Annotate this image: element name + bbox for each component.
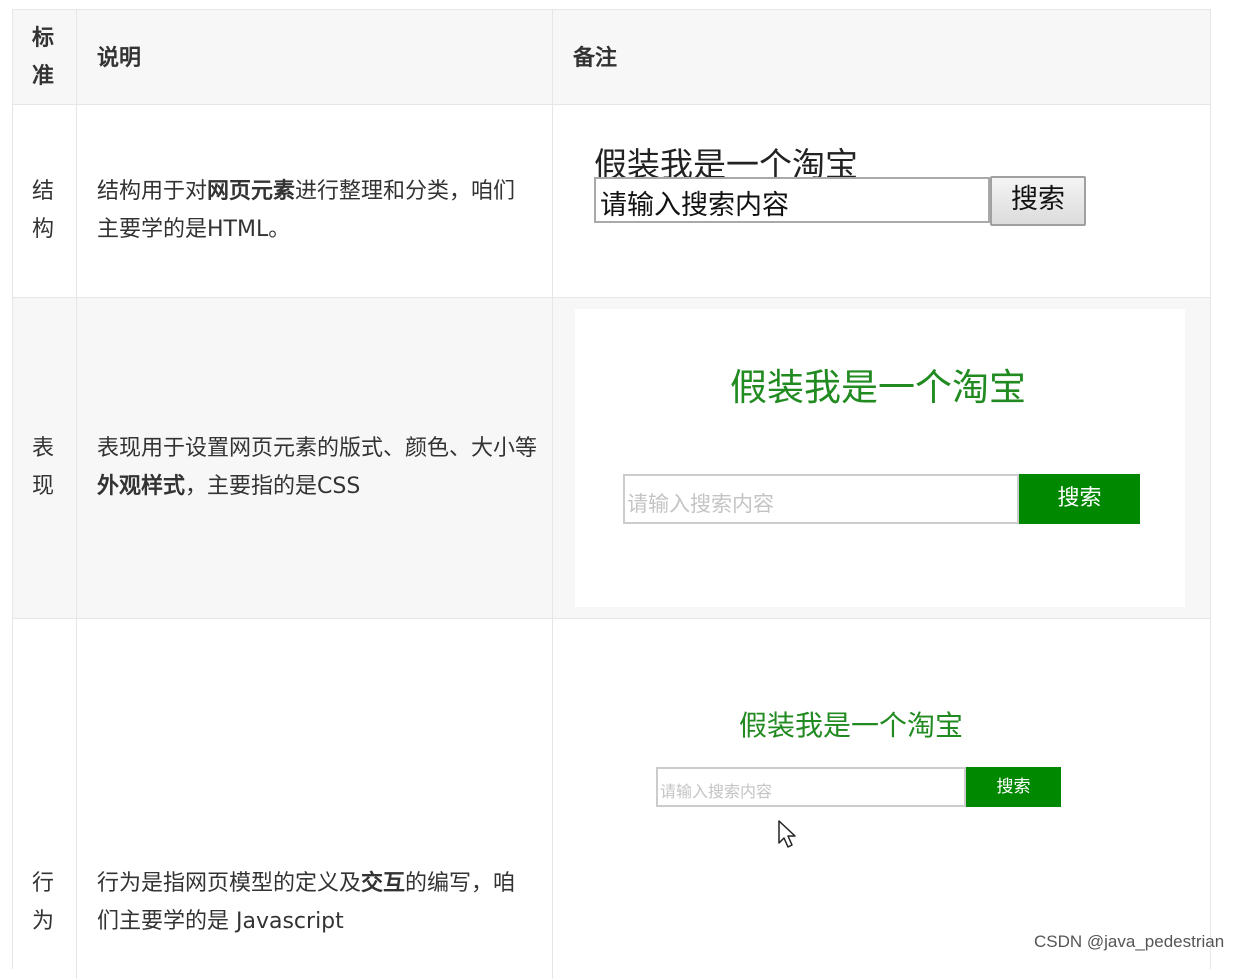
- standard-char: 结: [32, 179, 55, 204]
- standard-char: 表: [32, 436, 55, 461]
- standard-char: 为: [32, 909, 55, 934]
- standard-cell: 结 构: [13, 105, 77, 297]
- table-row: 结 构 结构用于对网页元素进行整理和分类，咱们主要学的是HTML。 假装我是一个…: [13, 105, 1210, 298]
- header-standard-char: 标: [32, 26, 55, 51]
- search-input[interactable]: 请输入搜索内容: [623, 474, 1019, 524]
- standard-char: 构: [32, 217, 55, 242]
- description-cell: 行为是指网页模型的定义及交互的编写，咱们主要学的是 Javascript: [77, 619, 553, 979]
- search-button[interactable]: 搜索: [1019, 474, 1140, 524]
- demo-title: 假装我是一个淘宝: [739, 709, 964, 742]
- table-row: 行 为 行为是指网页模型的定义及交互的编写，咱们主要学的是 Javascript…: [13, 619, 1210, 979]
- standard-cell: 表 现: [13, 298, 77, 618]
- watermark: CSDN @java_pedestrian: [1034, 932, 1225, 951]
- description-text: 行为是指网页模型的定义及交互的编写，咱们主要学的是 Javascript: [97, 871, 516, 934]
- header-description: 说明: [97, 46, 142, 71]
- standards-table: 标 准 说明 备注 结 构 结构用于对网页元素进行整理和分类，咱们主要学的是HT…: [12, 9, 1211, 979]
- search-input[interactable]: 请输入搜索内容: [656, 767, 966, 807]
- description-text: 表现用于设置网页元素的版式、颜色、大小等外观样式，主要指的是CSS: [97, 436, 538, 499]
- search-button[interactable]: 搜索: [990, 176, 1086, 226]
- search-input[interactable]: 请输入搜索内容: [594, 177, 990, 223]
- description-cell: 结构用于对网页元素进行整理和分类，咱们主要学的是HTML。: [77, 105, 553, 297]
- remark-cell: 假装我是一个淘宝 请输入搜索内容 搜索: [553, 619, 1210, 979]
- remark-cell: 假装我是一个淘宝 请输入搜索内容 搜索: [553, 298, 1210, 618]
- standard-char: 行: [32, 871, 55, 896]
- header-cell-remark: 备注: [553, 10, 1210, 104]
- search-button[interactable]: 搜索: [966, 767, 1061, 807]
- description-text: 结构用于对网页元素进行整理和分类，咱们主要学的是HTML。: [97, 179, 516, 242]
- standard-char: 现: [32, 474, 55, 499]
- standard-cell: 行 为: [13, 619, 77, 979]
- remark-cell: 假装我是一个淘宝 请输入搜索内容 搜索: [553, 105, 1210, 297]
- table-header: 标 准 说明 备注: [13, 10, 1210, 105]
- demo-title: 假装我是一个淘宝: [730, 366, 1026, 409]
- mouse-pointer-icon: [778, 820, 796, 848]
- header-cell-description: 说明: [77, 10, 553, 104]
- demo-panel: 假装我是一个淘宝 请输入搜索内容 搜索: [575, 309, 1185, 607]
- description-cell: 表现用于设置网页元素的版式、颜色、大小等外观样式，主要指的是CSS: [77, 298, 553, 618]
- header-remark: 备注: [573, 46, 618, 71]
- header-cell-standard: 标 准: [13, 10, 77, 104]
- table-row: 表 现 表现用于设置网页元素的版式、颜色、大小等外观样式，主要指的是CSS 假装…: [13, 298, 1210, 619]
- header-standard-char: 准: [32, 64, 55, 89]
